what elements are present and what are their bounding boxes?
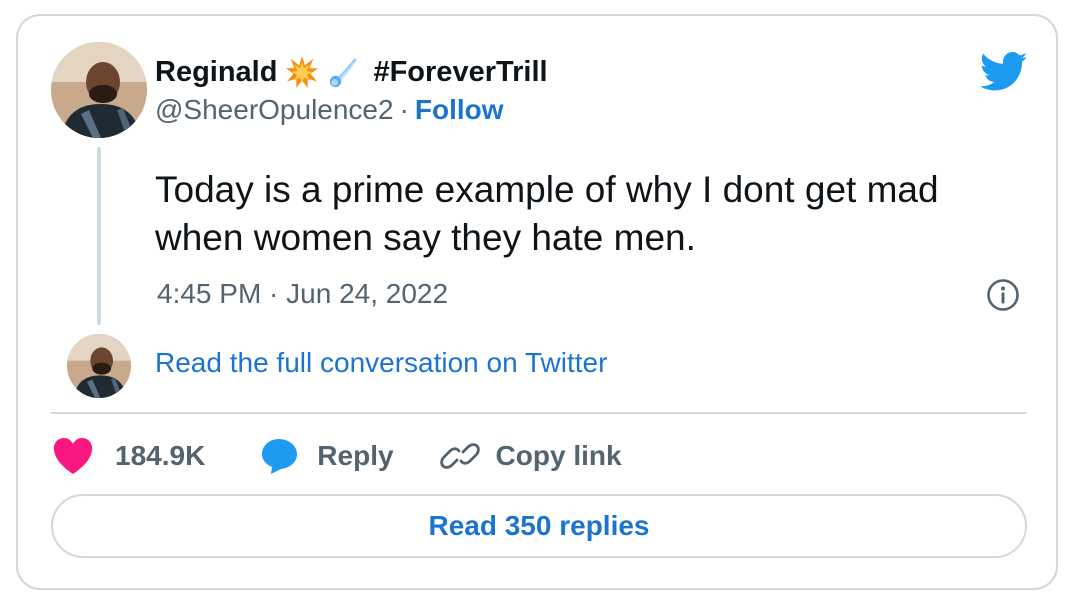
twitter-bird-icon[interactable]: [980, 52, 1028, 92]
action-bar: 184.9K Reply Copy link: [51, 436, 622, 476]
reply-label: Reply: [317, 440, 394, 471]
follow-button[interactable]: Follow: [415, 94, 504, 125]
collision-emoji: [285, 55, 319, 89]
avatar-photo-small: [67, 334, 131, 398]
author-handle[interactable]: @SheerOpulence2: [155, 94, 394, 125]
comet-emoji: [327, 55, 361, 89]
like-button[interactable]: 184.9K: [51, 436, 205, 476]
author-avatar[interactable]: [51, 42, 147, 138]
author-handle-row: @SheerOpulence2 · Follow: [155, 94, 504, 126]
read-conversation-link[interactable]: Read the full conversation on Twitter: [155, 347, 607, 379]
link-icon: [438, 436, 482, 476]
reply-button[interactable]: Reply: [259, 436, 394, 476]
separator-dot: ·: [399, 94, 409, 125]
author-hashtag[interactable]: #ForeverTrill: [373, 56, 547, 89]
read-replies-button[interactable]: Read 350 replies: [51, 494, 1027, 558]
copy-link-label: Copy link: [495, 440, 622, 471]
thread-line: [97, 147, 101, 325]
info-icon[interactable]: [986, 278, 1020, 312]
divider: [51, 412, 1027, 414]
author-avatar-small: [67, 334, 131, 398]
copy-link-button[interactable]: Copy link: [438, 436, 622, 476]
speech-bubble-icon: [259, 436, 303, 476]
avatar-photo: [51, 42, 147, 138]
tweet-text: Today is a prime example of why I dont g…: [155, 169, 939, 258]
like-count: 184.9K: [115, 440, 206, 471]
author-display-name[interactable]: Reginald: [155, 56, 277, 89]
heart-icon: [51, 436, 95, 476]
tweet-embed-card: Reginald #ForeverTrill @SheerOpulence2 · F…: [16, 14, 1058, 590]
author-name-row[interactable]: Reginald #ForeverTrill: [155, 52, 548, 92]
tweet-timestamp[interactable]: 4:45 PM · Jun 24, 2022: [157, 278, 448, 310]
